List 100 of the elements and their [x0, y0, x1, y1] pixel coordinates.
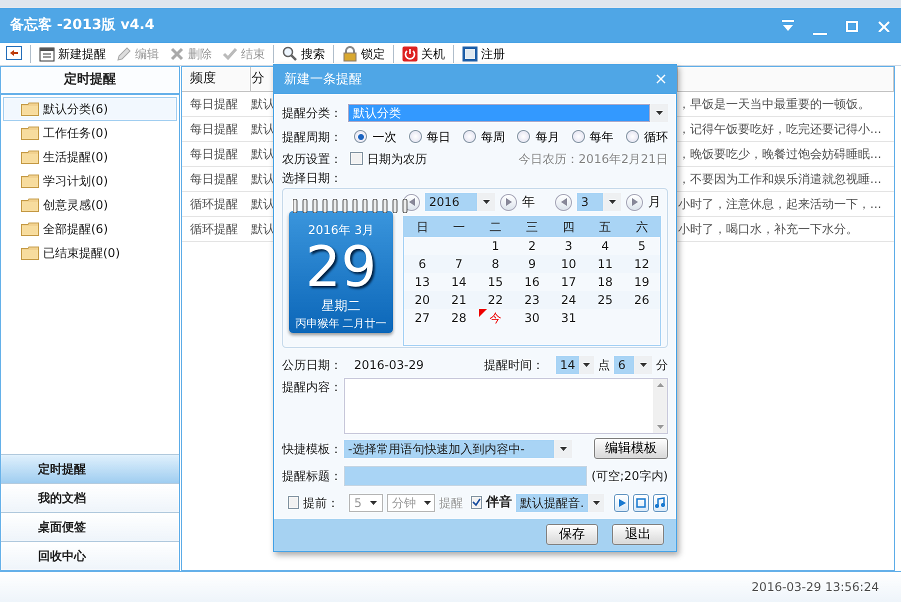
- caret-icon: [370, 500, 378, 505]
- radio-option[interactable]: 一次: [354, 128, 396, 146]
- save-button[interactable]: 保存: [546, 524, 598, 546]
- edit-template-button[interactable]: 编辑模板: [594, 438, 668, 460]
- date-cell[interactable]: 31: [550, 309, 587, 328]
- radio-option[interactable]: 每周: [462, 128, 505, 146]
- field-label: 快捷模板：: [282, 440, 340, 458]
- previous-month-button[interactable]: [555, 194, 572, 211]
- table-cell: 循环提醒: [182, 191, 250, 216]
- folder-item[interactable]: 创意灵感(0): [3, 193, 177, 217]
- table-cell: 循环提醒: [182, 216, 250, 241]
- folder-item[interactable]: 生活提醒(0): [3, 145, 177, 169]
- next-year-button[interactable]: [500, 194, 517, 211]
- hour-dropdown[interactable]: 14: [556, 356, 594, 374]
- close-icon: [877, 20, 891, 32]
- date-cell[interactable]: 4: [586, 237, 624, 256]
- window-title: 备忘客 -2013版 v4.4: [10, 16, 156, 35]
- month-dropdown[interactable]: 3: [577, 193, 621, 212]
- date-cell[interactable]: 15: [477, 273, 514, 292]
- radio-option[interactable]: 每年: [572, 128, 614, 146]
- calendar-icon: [39, 46, 55, 62]
- date-cell[interactable]: 24: [550, 291, 587, 310]
- checkbox[interactable]: [471, 496, 482, 510]
- nav-item[interactable]: 我的文档: [1, 483, 179, 512]
- date-cell[interactable]: 14: [440, 273, 478, 292]
- date-cell[interactable]: 27: [404, 309, 441, 328]
- toolbar-button[interactable]: 搜索: [280, 45, 327, 63]
- content-field[interactable]: [344, 378, 668, 434]
- date-cell[interactable]: 19: [623, 273, 660, 292]
- field-label: 选择日期：: [282, 170, 342, 185]
- field-label: 提醒: [439, 494, 464, 512]
- column-header[interactable]: 分: [252, 71, 264, 86]
- date-cell[interactable]: 13: [404, 273, 441, 292]
- radio-option[interactable]: 每日: [408, 128, 451, 146]
- folder-item[interactable]: 全部提醒(6): [3, 217, 177, 241]
- date-cell[interactable]: 21: [440, 291, 478, 310]
- toolbar-button[interactable]: 关机: [400, 45, 447, 63]
- weekday-header: 四: [562, 219, 576, 236]
- date-cell[interactable]: 8: [477, 255, 514, 274]
- date-cell[interactable]: 18: [586, 273, 624, 292]
- toolbar-button[interactable]: 锁定: [340, 45, 387, 63]
- calendar-lunar: 丙申猴年 二月廿一: [295, 316, 387, 332]
- date-cell[interactable]: 28: [440, 309, 478, 328]
- date-cell[interactable]: 10: [550, 255, 587, 274]
- minimize-icon: [813, 32, 827, 34]
- date-cell[interactable]: 9: [514, 255, 550, 274]
- folder-item[interactable]: 工作任务(0): [3, 121, 177, 145]
- date-cell[interactable]: 11: [586, 255, 624, 274]
- field-label: 农历设置：: [282, 150, 342, 168]
- toolbar-button[interactable]: 注册: [460, 45, 507, 63]
- sound-dropdown[interactable]: 默认提醒音.: [516, 494, 604, 512]
- folder-item[interactable]: 学习计划(0): [3, 169, 177, 193]
- field-label: 提醒标题：: [282, 468, 340, 485]
- checkbox-label[interactable]: 日期为农历: [367, 150, 427, 168]
- music-button[interactable]: [652, 494, 668, 512]
- date-cell[interactable]: 22: [477, 291, 514, 310]
- calendar-day: 29: [305, 238, 377, 297]
- folder-item[interactable]: 默认分类(6): [3, 97, 177, 121]
- date-cell[interactable]: 2: [514, 237, 550, 256]
- date-cell[interactable]: 5: [623, 237, 660, 256]
- minute-dropdown[interactable]: 6: [614, 356, 652, 374]
- date-cell[interactable]: 20: [404, 291, 441, 310]
- date-cell[interactable]: 23: [514, 291, 550, 310]
- year-dropdown[interactable]: 2016: [425, 193, 495, 212]
- checkbox-label[interactable]: 伴音: [486, 492, 512, 512]
- date-cell[interactable]: 25: [586, 291, 624, 310]
- nav-item[interactable]: 定时提醒: [1, 454, 179, 483]
- date-cell[interactable]: 6: [404, 255, 441, 274]
- weekday-header: 五: [598, 219, 612, 236]
- title-field[interactable]: [344, 466, 588, 486]
- radio-option[interactable]: 每月: [517, 128, 560, 146]
- date-cell[interactable]: 26: [623, 291, 660, 310]
- folder-icon: [21, 222, 39, 236]
- checkbox[interactable]: [350, 152, 363, 166]
- next-month-button[interactable]: [626, 194, 643, 211]
- radio-option[interactable]: 循环: [626, 128, 668, 146]
- folder-item[interactable]: 已结束提醒(0): [3, 241, 177, 265]
- exit-button[interactable]: 退出: [612, 524, 664, 546]
- folder-icon: [21, 150, 39, 164]
- table-cell: 每日提醒: [182, 116, 250, 141]
- left-arrow-icon: [408, 198, 414, 206]
- play-button[interactable]: [614, 494, 630, 512]
- nav-item[interactable]: 桌面便签: [1, 512, 179, 541]
- back-button[interactable]: [4, 46, 24, 62]
- nav-item[interactable]: 回收中心: [1, 541, 179, 570]
- date-cell[interactable]: 3: [550, 237, 587, 256]
- x-icon: [169, 46, 185, 62]
- search-icon: [282, 46, 298, 62]
- scrollbar[interactable]: [653, 378, 667, 433]
- stop-button[interactable]: [633, 494, 649, 512]
- date-cell[interactable]: 今: [477, 309, 514, 328]
- template-dropdown[interactable]: -选择常用语句快速加入到内容中-: [344, 440, 572, 458]
- date-cell[interactable]: 17: [550, 273, 587, 292]
- date-cell[interactable]: 16: [514, 273, 550, 292]
- weekday-header: 日: [415, 219, 430, 236]
- date-cell[interactable]: 30: [514, 309, 550, 328]
- date-cell[interactable]: 7: [440, 255, 478, 274]
- date-cell[interactable]: 12: [623, 255, 660, 274]
- date-cell[interactable]: 1: [477, 237, 514, 256]
- toolbar-button[interactable]: 新建提醒: [37, 45, 108, 63]
